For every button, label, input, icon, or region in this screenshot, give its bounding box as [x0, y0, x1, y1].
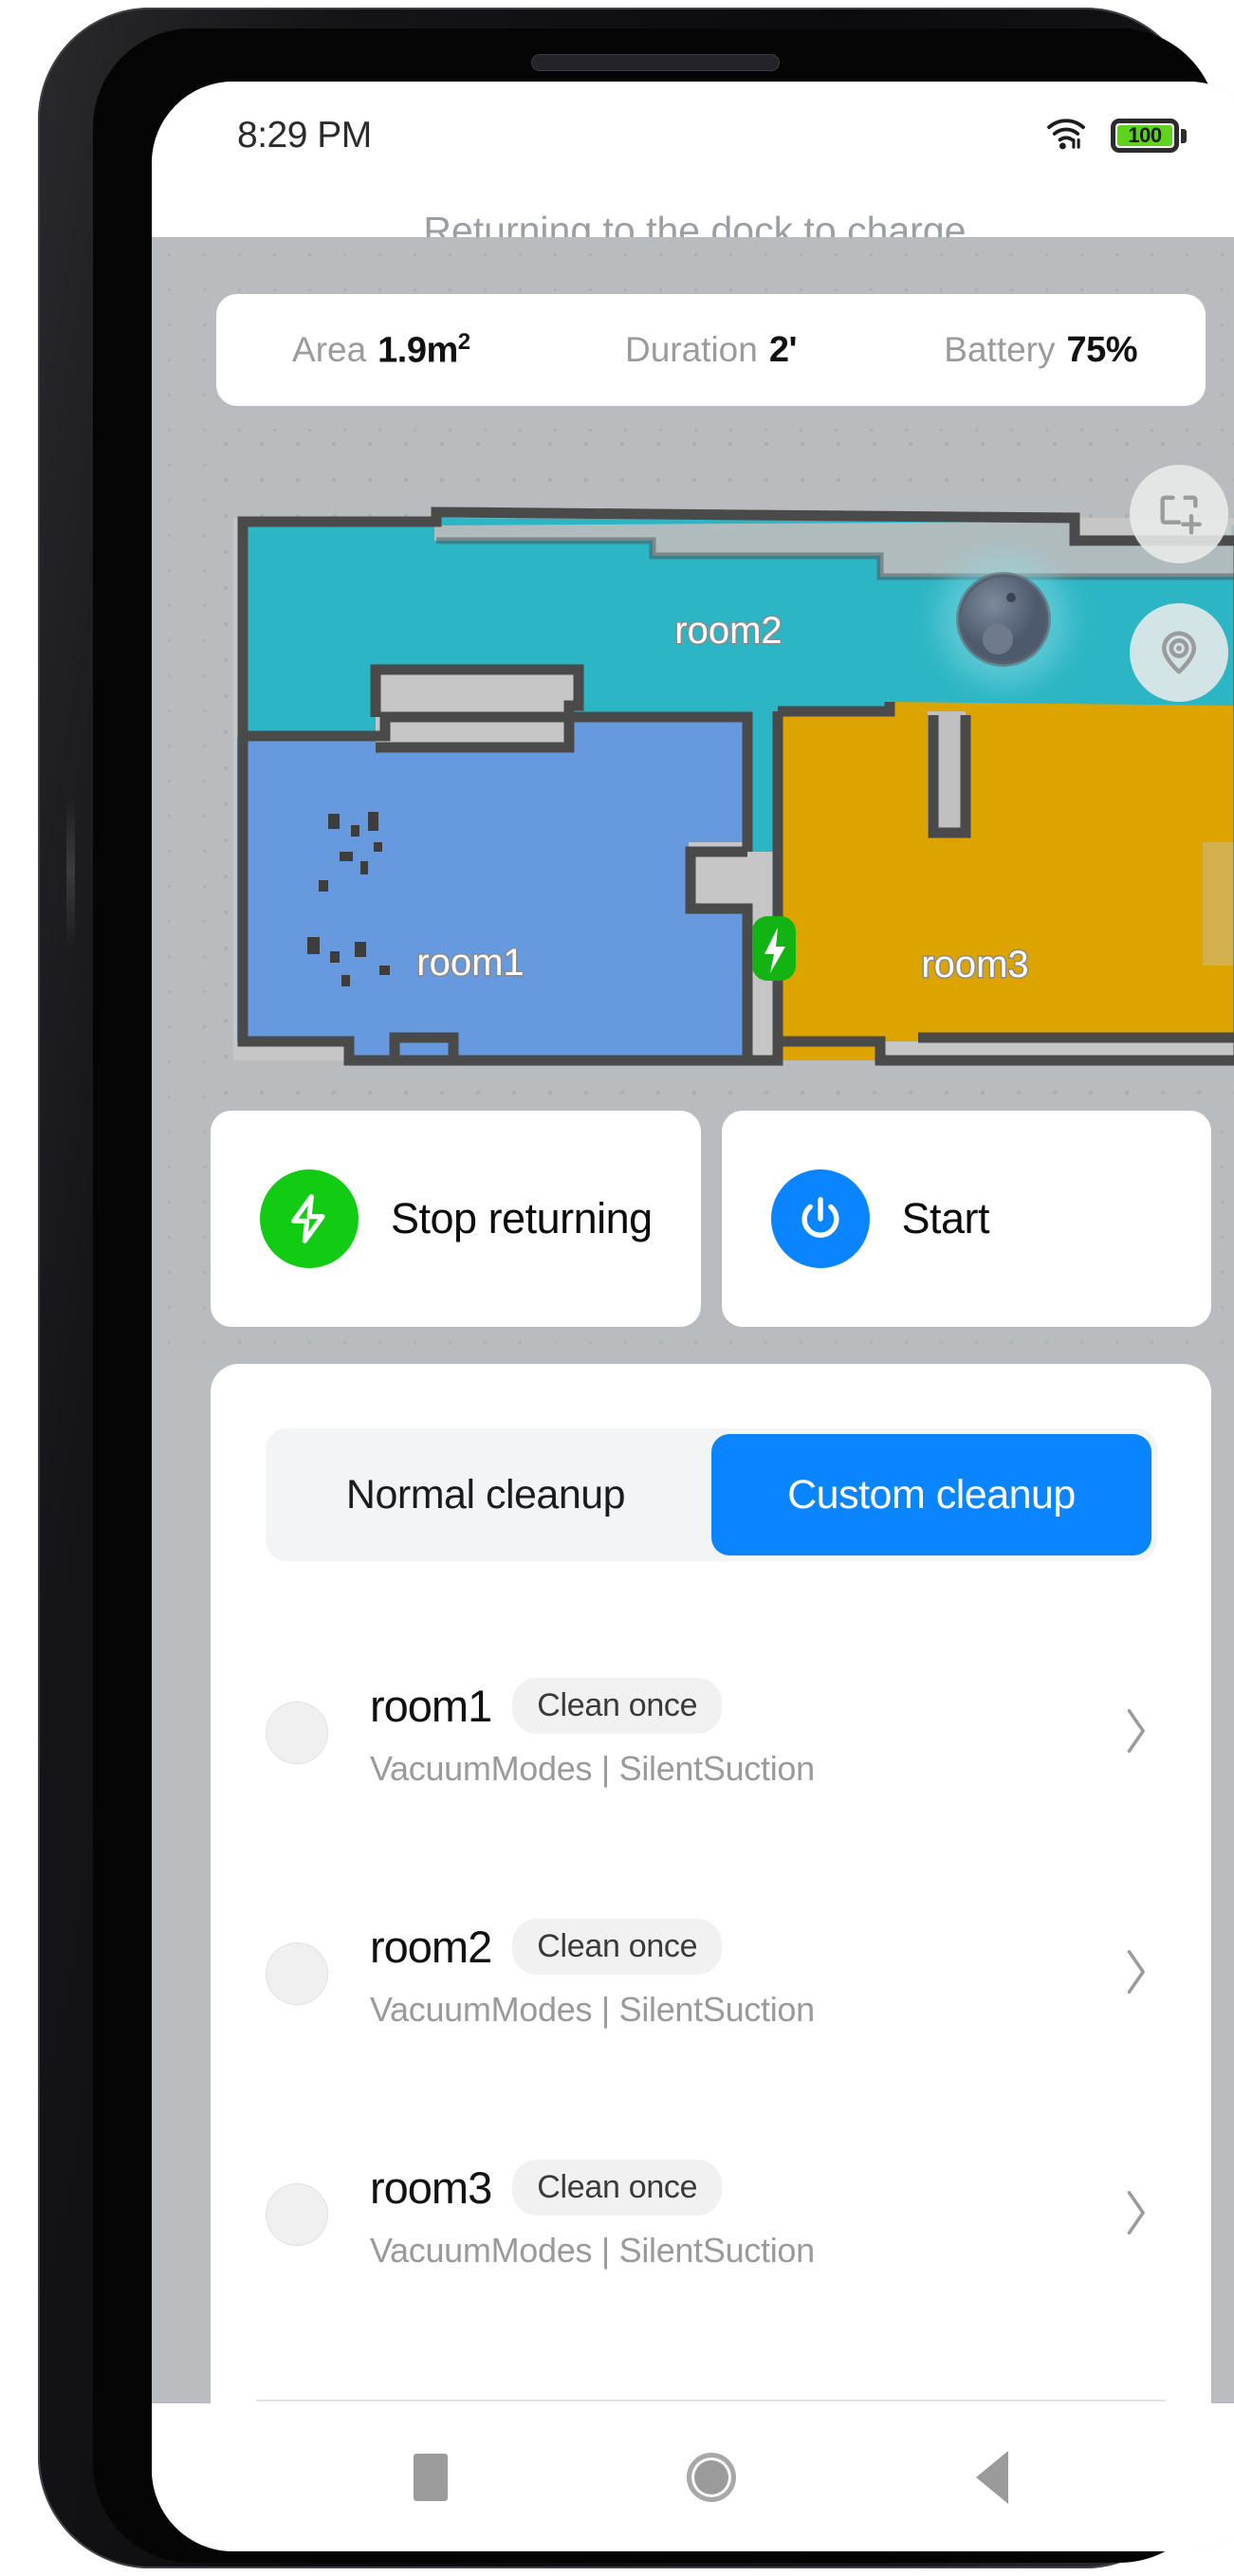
battery-cap	[1181, 128, 1187, 143]
floor-map[interactable]: room2 room1 room3	[216, 434, 1234, 1098]
room-item-header: room3 Clean once	[370, 2159, 1116, 2216]
phone-device-frame: Returning to the dock to charge... Area …	[38, 8, 1234, 2568]
location-pin-icon	[1162, 631, 1196, 674]
locate-robot-button[interactable]	[1130, 603, 1228, 702]
stat-area-label: Area	[292, 330, 367, 370]
room-subtitle-room3: VacuumModes | SilentSuction	[370, 2230, 815, 2270]
stat-duration-label: Duration	[624, 329, 758, 369]
room-name-room2: room2	[370, 1921, 492, 1972]
wifi-icon	[1044, 117, 1088, 156]
room-select-radio-room3[interactable]	[266, 2183, 328, 2246]
add-zone-button[interactable]	[1130, 465, 1228, 563]
battery-level-text: 100	[1117, 123, 1172, 147]
system-status-bar: 8:29 PM 100	[152, 82, 1234, 173]
room-name-room3: room3	[370, 2162, 492, 2213]
stat-area: Area 1.9m2	[216, 329, 546, 372]
map-label-room3: room3	[921, 944, 1028, 985]
status-clock: 8:29 PM	[237, 115, 372, 156]
recents-square-icon[interactable]	[414, 2454, 449, 2501]
room-list-item-room1[interactable]: room1 Clean once VacuumModes | SilentSuc…	[211, 1612, 1211, 1853]
room-name-room1: room1	[370, 1680, 492, 1731]
room-item-header: room2 Clean once	[370, 1918, 1116, 1975]
earpiece-speaker	[532, 55, 779, 70]
room-select-radio-room1[interactable]	[266, 1702, 328, 1764]
map-svg: room2 room1 room3	[216, 434, 1234, 1098]
stop-returning-button[interactable]: Stop returning	[211, 1111, 701, 1327]
tab-normal-cleanup[interactable]: Normal cleanup	[266, 1428, 706, 1561]
add-zone-icon	[1160, 495, 1202, 535]
phone-screen: Returning to the dock to charge... Area …	[152, 82, 1234, 2551]
room-item-header: room1 Clean once	[370, 1677, 1116, 1734]
phone-bezel: Returning to the dock to charge... Area …	[93, 28, 1234, 2563]
action-button-row: Stop returning Start	[211, 1111, 1211, 1327]
battery-icon: 100	[1111, 119, 1187, 153]
status-title-bar: Returning to the dock to charge...	[152, 173, 1234, 237]
sheet-divider	[256, 2400, 1166, 2401]
room-item-content: room2 Clean once VacuumModes | SilentSuc…	[370, 1918, 1116, 2030]
start-button[interactable]: Start	[721, 1111, 1211, 1327]
room-list: room1 Clean once VacuumModes | SilentSuc…	[211, 1612, 1211, 2335]
app-container: Returning to the dock to charge... Area …	[152, 82, 1234, 2551]
robot-vacuum-icon	[937, 553, 1070, 686]
stat-battery-value: 75%	[1066, 329, 1138, 370]
chevron-right-icon[interactable]	[1116, 1942, 1154, 2006]
room-chip-room1[interactable]: Clean once	[512, 1677, 723, 1734]
chevron-right-icon[interactable]	[1116, 1702, 1154, 1765]
status-icons: 100	[1044, 117, 1187, 156]
map-label-room2: room2	[674, 610, 782, 652]
room-subtitle-room2: VacuumModes | SilentSuction	[370, 1989, 815, 2029]
stat-area-superscript: 2	[457, 328, 470, 355]
power-icon	[770, 1169, 870, 1268]
room-item-content: room3 Clean once VacuumModes | SilentSuc…	[370, 2159, 1116, 2271]
room-list-item-room2[interactable]: room2 Clean once VacuumModes | SilentSuc…	[211, 1853, 1211, 2094]
cleanup-mode-tabs: Normal cleanup Custom cleanup	[266, 1428, 1157, 1561]
map-room3-body	[778, 702, 1234, 1060]
stat-duration: Duration 2'	[546, 330, 876, 371]
start-label: Start	[901, 1194, 990, 1242]
room-chip-room2[interactable]: Clean once	[512, 1918, 723, 1975]
room-subtitle-room1: VacuumModes | SilentSuction	[370, 1748, 815, 1788]
stat-area-value: 1.9m2	[378, 328, 470, 371]
android-navigation-bar	[152, 2403, 1234, 2551]
stat-battery-label: Battery	[944, 329, 1056, 369]
assistant-button-hardware[interactable]	[66, 795, 75, 947]
stop-returning-label: Stop returning	[391, 1194, 653, 1242]
map-label-room1: room1	[416, 942, 524, 984]
screenshot-root: Returning to the dock to charge... Area …	[0, 0, 1234, 2576]
lightning-bolt-icon	[260, 1169, 359, 1268]
room-item-content: room1 Clean once VacuumModes | SilentSuc…	[370, 1677, 1116, 1789]
room-select-radio-room2[interactable]	[266, 1942, 328, 2005]
back-triangle-icon[interactable]	[975, 2451, 1008, 2504]
cleanup-sheet: Normal cleanup Custom cleanup room1 Clea…	[211, 1364, 1211, 2551]
home-circle-icon[interactable]	[687, 2453, 737, 2502]
stat-duration-value: 2'	[768, 329, 798, 370]
status-title-text: Returning to the dock to charge...	[423, 209, 999, 237]
chevron-right-icon[interactable]	[1116, 2183, 1154, 2247]
room-chip-room3[interactable]: Clean once	[512, 2159, 723, 2216]
charging-dock-icon	[752, 916, 796, 981]
room-list-item-room3[interactable]: room3 Clean once VacuumModes | SilentSuc…	[211, 2094, 1211, 2335]
map-room1-shape	[237, 719, 747, 1060]
tab-custom-cleanup[interactable]: Custom cleanup	[711, 1434, 1151, 1555]
stats-card: Area 1.9m2 Duration 2' Battery 75%	[216, 294, 1206, 406]
stat-battery: Battery 75%	[875, 330, 1206, 371]
